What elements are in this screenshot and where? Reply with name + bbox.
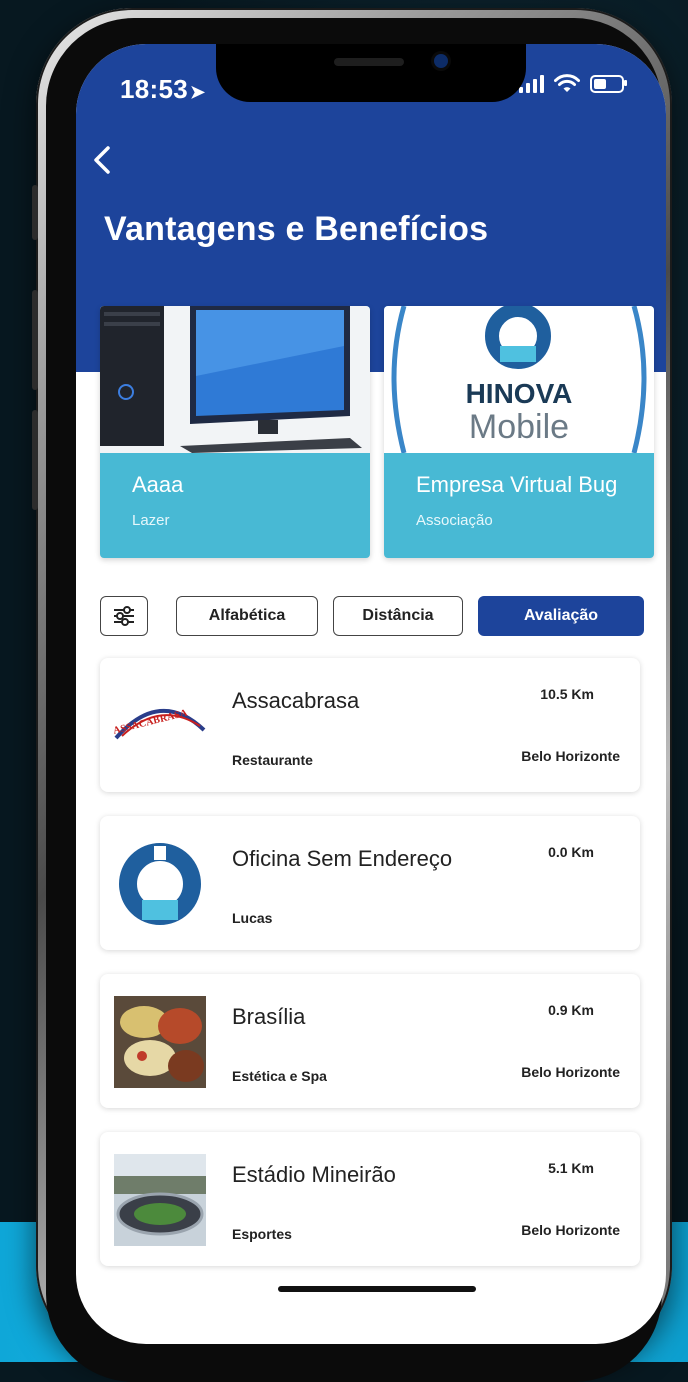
partner-name: Estádio Mineirão	[232, 1162, 396, 1187]
filter-alfabetica[interactable]: Alfabética	[176, 596, 318, 636]
partner-card-mineirao[interactable]: Estádio Mineirão Esportes 5.1 Km Belo Ho…	[100, 1132, 640, 1266]
app-screen: 18:53 ➤ Vantagens e Benefícios Aaaa Laze…	[76, 44, 666, 1344]
page-title: Vantagens e Benefícios	[104, 210, 489, 248]
back-button[interactable]	[90, 140, 130, 180]
featured-card-aaaa[interactable]: Aaaa Lazer	[100, 306, 370, 558]
hinova-ring-logo	[119, 843, 201, 925]
home-indicator[interactable]	[278, 1286, 476, 1292]
sliders-icon	[114, 606, 134, 626]
partner-distance: 0.0 Km	[548, 844, 594, 860]
partner-distance: 0.9 Km	[548, 1002, 594, 1018]
wifi-icon	[554, 74, 580, 92]
volume-up-button	[32, 290, 38, 390]
stadium-image	[114, 1154, 206, 1246]
featured-name: Aaaa	[132, 472, 184, 497]
battery-icon	[590, 75, 627, 93]
chevron-left-icon	[94, 146, 110, 174]
status-time-text: 18:53	[120, 74, 188, 104]
speaker-grille	[334, 58, 404, 66]
partner-category: Lucas	[232, 910, 273, 926]
filter-bar: Alfabética Distância Avaliação	[100, 596, 648, 636]
hinova-logo-text: HINOVA	[465, 378, 573, 409]
featured-name: Empresa Virtual Bug	[416, 472, 618, 497]
partner-card-brasilia[interactable]: Brasília Estética e Spa 0.9 Km Belo Hori…	[100, 974, 640, 1108]
food-image	[114, 996, 206, 1088]
status-icons	[519, 74, 627, 94]
mute-switch	[32, 185, 38, 240]
filter-avaliacao[interactable]: Avaliação	[478, 596, 644, 636]
status-time: 18:53 ➤	[120, 74, 205, 105]
partner-category: Restaurante	[232, 752, 313, 768]
partner-distance: 10.5 Km	[540, 686, 594, 702]
volume-down-button	[32, 410, 38, 510]
filter-settings-button[interactable]	[100, 596, 148, 636]
filter-distancia[interactable]: Distância	[333, 596, 463, 636]
location-arrow-icon: ➤	[190, 82, 206, 102]
front-camera	[434, 54, 448, 68]
partner-name: Brasília	[232, 1004, 306, 1029]
featured-category: Associação	[416, 512, 493, 529]
partner-card-assacabrasa[interactable]: ASSACABRASA Assacabrasa Restaurante 10.5…	[100, 658, 640, 792]
partner-name: Assacabrasa	[232, 688, 360, 713]
partner-distance: 5.1 Km	[548, 1160, 594, 1176]
partner-name: Oficina Sem Endereço	[232, 846, 453, 871]
partner-category: Esportes	[232, 1226, 292, 1242]
computer-image	[100, 306, 370, 453]
notch	[216, 44, 526, 102]
partner-city: Belo Horizonte	[521, 1064, 620, 1080]
mobile-logo-text: Mobile	[468, 408, 570, 446]
partner-city: Belo Horizonte	[521, 748, 620, 764]
partner-city: Belo Horizonte	[521, 1222, 620, 1238]
featured-card-empresa-virtual-bug[interactable]: HINOVA Mobile Empresa Virtual Bug Associ…	[384, 306, 654, 558]
partner-card-oficina[interactable]: Oficina Sem Endereço Lucas 0.0 Km	[100, 816, 640, 950]
featured-category: Lazer	[132, 512, 170, 529]
partner-category: Estética e Spa	[232, 1068, 327, 1084]
